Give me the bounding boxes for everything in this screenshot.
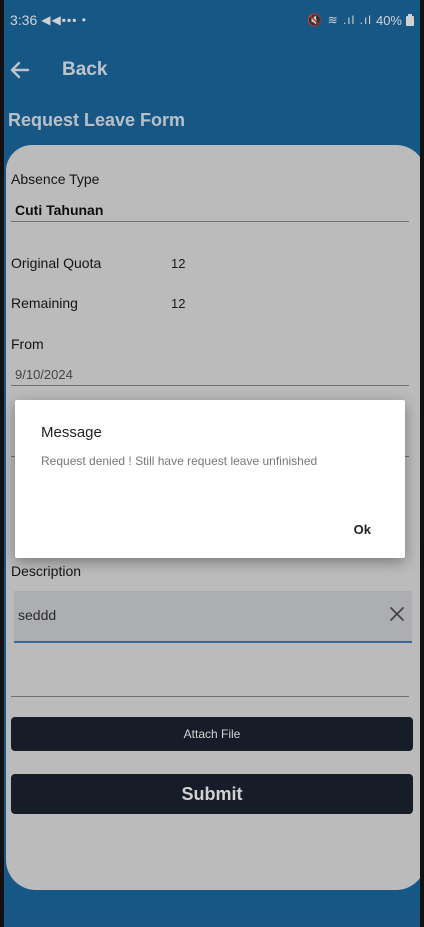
message-dialog: Message Request denied ! Still have requ… [15, 400, 405, 558]
ok-button[interactable]: Ok [354, 522, 371, 537]
frame-edge-right [420, 0, 424, 927]
dialog-message: Request denied ! Still have request leav… [41, 454, 318, 468]
dialog-title: Message [41, 424, 102, 441]
frame-edge-left [0, 0, 4, 927]
